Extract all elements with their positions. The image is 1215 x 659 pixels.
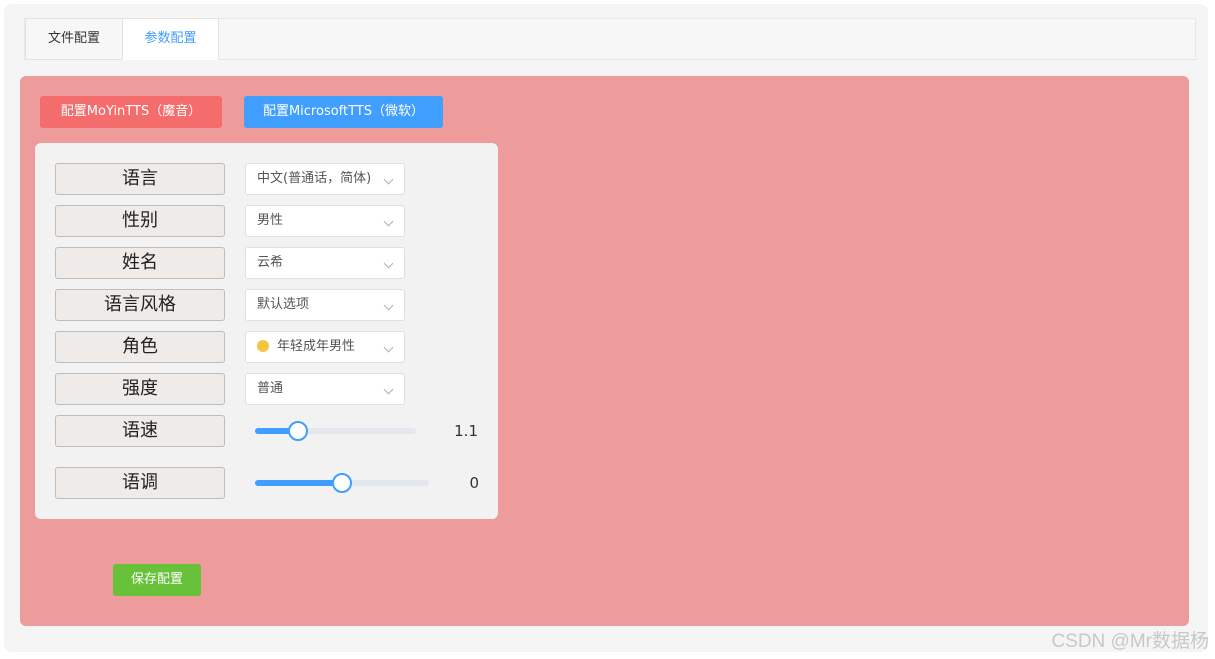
speed-value: 1.1 bbox=[454, 422, 478, 440]
role-select[interactable]: 年轻成年男性 bbox=[245, 331, 405, 363]
pitch-value: 0 bbox=[469, 474, 479, 492]
language-label: 语言 bbox=[55, 163, 225, 195]
chevron-down-icon bbox=[383, 300, 394, 311]
name-value: 云希 bbox=[257, 255, 284, 270]
style-select[interactable]: 默认选项 bbox=[245, 289, 405, 321]
config-moyin-button[interactable]: 配置MoYinTTS（魔音） bbox=[40, 96, 222, 128]
pitch-label: 语调 bbox=[55, 467, 225, 499]
chevron-down-icon bbox=[383, 216, 394, 227]
chevron-down-icon bbox=[383, 174, 394, 185]
gender-label: 性别 bbox=[55, 205, 225, 237]
config-panel: 配置MoYinTTS（魔音） 配置MicrosoftTTS（微软） 语言 中文(… bbox=[20, 76, 1189, 626]
speed-row: 语速 1.1 bbox=[55, 415, 495, 447]
pitch-slider-fill bbox=[255, 480, 342, 486]
language-row: 语言 中文(普通话，简体) bbox=[55, 163, 495, 195]
config-microsoft-button[interactable]: 配置MicrosoftTTS（微软） bbox=[244, 96, 443, 128]
strength-value: 普通 bbox=[257, 381, 284, 396]
chevron-down-icon bbox=[383, 258, 394, 269]
pitch-row: 语调 0 bbox=[55, 467, 495, 499]
gender-row: 性别 男性 bbox=[55, 205, 495, 237]
speed-slider[interactable] bbox=[255, 421, 416, 441]
style-row: 语言风格 默认选项 bbox=[55, 289, 495, 321]
chevron-down-icon bbox=[383, 384, 394, 395]
style-value: 默认选项 bbox=[257, 297, 310, 312]
strength-label: 强度 bbox=[55, 373, 225, 405]
role-row: 角色 年轻成年男性 bbox=[55, 331, 495, 363]
tab-param-config[interactable]: 参数配置 bbox=[122, 18, 219, 60]
tts-settings-card: 语言 中文(普通话，简体) 性别 男性 姓名 云希 语言风格 默认选项 角色 年… bbox=[35, 143, 498, 519]
tab-file-config[interactable]: 文件配置 bbox=[25, 18, 123, 60]
person-emoji-icon bbox=[257, 339, 269, 352]
gender-select[interactable]: 男性 bbox=[245, 205, 405, 237]
style-label: 语言风格 bbox=[55, 289, 225, 321]
app-window: 文件配置 参数配置 配置MoYinTTS（魔音） 配置MicrosoftTTS（… bbox=[4, 4, 1208, 652]
strength-select[interactable]: 普通 bbox=[245, 373, 405, 405]
speed-slider-handle[interactable] bbox=[288, 421, 309, 441]
chevron-down-icon bbox=[383, 342, 394, 353]
language-value: 中文(普通话，简体) bbox=[257, 171, 372, 186]
role-label: 角色 bbox=[55, 331, 225, 363]
strength-row: 强度 普通 bbox=[55, 373, 495, 405]
name-row: 姓名 云希 bbox=[55, 247, 495, 279]
pitch-slider-handle[interactable] bbox=[332, 473, 352, 493]
name-label: 姓名 bbox=[55, 247, 225, 279]
name-select[interactable]: 云希 bbox=[245, 247, 405, 279]
gender-value: 男性 bbox=[257, 213, 284, 228]
role-value: 年轻成年男性 bbox=[277, 339, 356, 354]
tab-bar: 文件配置 参数配置 bbox=[24, 18, 1196, 60]
language-select[interactable]: 中文(普通话，简体) bbox=[245, 163, 405, 195]
pitch-slider[interactable] bbox=[255, 473, 429, 493]
save-config-button[interactable]: 保存配置 bbox=[113, 564, 201, 596]
speed-label: 语速 bbox=[55, 415, 225, 447]
watermark: CSDN @Mr数据杨 bbox=[1051, 631, 1209, 652]
